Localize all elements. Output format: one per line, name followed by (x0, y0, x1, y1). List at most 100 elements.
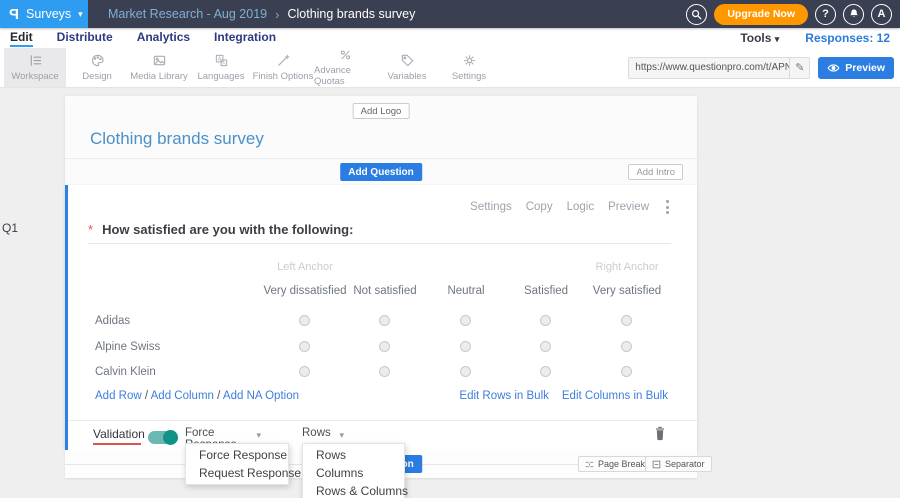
menu-option-columns[interactable]: Columns (303, 464, 404, 482)
add-column-link[interactable]: Add Column (151, 390, 214, 402)
tab-edit[interactable]: Edit (10, 30, 33, 47)
radio-option[interactable] (460, 315, 471, 326)
menu-option-rows[interactable]: Rows (303, 446, 404, 464)
row-edit-links: Add Row / Add Column / Add NA Option (95, 390, 299, 402)
tag-icon (400, 53, 415, 68)
upgrade-now-button[interactable]: Upgrade Now (714, 4, 808, 25)
page-break-icon (585, 460, 594, 469)
left-anchor-label[interactable]: Left Anchor (250, 261, 360, 273)
page-break-button[interactable]: Page Break (578, 456, 652, 472)
row-label[interactable]: Alpine Swiss (95, 341, 160, 353)
chevron-down-icon: ▾ (78, 10, 83, 19)
more-options-kebab-icon[interactable] (663, 199, 672, 215)
question-preview-link[interactable]: Preview (608, 201, 649, 213)
tab-integration[interactable]: Integration (214, 30, 276, 47)
radio-option[interactable] (460, 366, 471, 377)
question-settings-link[interactable]: Settings (470, 201, 512, 213)
top-bar: P Surveys ▾ Market Research - Aug 2019 ›… (0, 0, 900, 28)
tool-media-library[interactable]: Media Library (128, 48, 190, 87)
pencil-icon: ✎ (795, 61, 804, 74)
row-label[interactable]: Calvin Klein (95, 366, 156, 378)
add-question-button[interactable]: Add Question (340, 163, 422, 181)
breadcrumb-folder[interactable]: Market Research - Aug 2019 (108, 7, 267, 21)
help-button[interactable]: ? (815, 4, 836, 25)
wand-icon (276, 53, 291, 68)
radio-option[interactable] (299, 315, 310, 326)
validation-target-menu: Rows Columns Rows & Columns (302, 443, 405, 498)
surveys-product-switcher[interactable]: P Surveys ▾ (0, 0, 88, 28)
chevron-down-icon: ▾ (256, 431, 261, 440)
add-na-option-link[interactable]: Add NA Option (223, 390, 299, 402)
menu-bar: Edit Distribute Analytics Integration To… (0, 28, 900, 48)
radio-option[interactable] (540, 315, 551, 326)
edit-toolbar: Workspace Design Media Library AA Langua… (0, 48, 900, 88)
radio-option[interactable] (379, 366, 390, 377)
radio-option[interactable] (299, 366, 310, 377)
edit-rows-bulk-link[interactable]: Edit Rows in Bulk (459, 390, 548, 402)
radio-option[interactable] (460, 341, 471, 352)
add-row-link[interactable]: Add Row (95, 390, 142, 402)
question-copy-link[interactable]: Copy (526, 201, 553, 213)
survey-url: https://www.questionpro.com/t/APNrFZ (629, 62, 789, 73)
menu-option-force-response[interactable]: Force Response (186, 446, 288, 464)
notifications-button[interactable] (843, 4, 864, 25)
radio-option[interactable] (379, 315, 390, 326)
chevron-down-icon: ▾ (775, 34, 780, 44)
tool-finish-options[interactable]: Finish Options (252, 48, 314, 87)
radio-option[interactable] (621, 366, 632, 377)
eye-icon (827, 63, 840, 73)
tool-workspace[interactable]: Workspace (4, 48, 66, 87)
column-header[interactable]: Very satisfied (577, 285, 677, 297)
add-logo-button[interactable]: Add Logo (353, 103, 410, 119)
tool-variables[interactable]: Variables (376, 48, 438, 87)
radio-option[interactable] (540, 366, 551, 377)
edit-columns-bulk-link[interactable]: Edit Columns in Bulk (562, 390, 668, 402)
tab-distribute[interactable]: Distribute (57, 30, 113, 47)
menu-option-rows-columns[interactable]: Rows & Columns (303, 482, 404, 498)
add-intro-button[interactable]: Add Intro (628, 164, 683, 180)
survey-url-field[interactable]: https://www.questionpro.com/t/APNrFZ ✎ (628, 57, 810, 79)
radio-option[interactable] (621, 341, 632, 352)
question-footer-divider (68, 420, 697, 421)
trash-icon (653, 425, 667, 441)
menu-option-request-response[interactable]: Request Response (186, 464, 288, 482)
radio-option[interactable] (299, 341, 310, 352)
force-response-menu: Force Response Request Response (185, 443, 289, 485)
edit-url-button[interactable]: ✎ (789, 58, 809, 78)
search-button[interactable] (686, 4, 707, 25)
avatar[interactable]: A (871, 4, 892, 25)
preview-button[interactable]: Preview (818, 57, 894, 79)
force-response-dropdown[interactable]: Force Response ▾ (185, 427, 263, 444)
delete-question-button[interactable] (653, 425, 667, 446)
radio-option[interactable] (540, 341, 551, 352)
survey-title[interactable]: Clothing brands survey (90, 129, 264, 149)
question-text-underline (88, 243, 671, 244)
tab-analytics[interactable]: Analytics (137, 30, 190, 47)
question-number-label: Q1 (2, 221, 18, 235)
tool-design[interactable]: Design (66, 48, 128, 87)
breadcrumb-separator-icon: › (275, 7, 279, 22)
tools-dropdown[interactable]: Tools ▾ (740, 31, 779, 45)
translate-icon: AA (214, 53, 229, 68)
question-logic-link[interactable]: Logic (567, 201, 595, 213)
row-label[interactable]: Adidas (95, 315, 130, 327)
radio-option[interactable] (621, 315, 632, 326)
tool-settings[interactable]: Settings (438, 48, 500, 87)
quota-percent-icon (338, 48, 353, 62)
toggle-knob (163, 430, 178, 445)
question-text[interactable]: How satisfied are you with the following… (102, 222, 353, 237)
separator-icon (652, 460, 661, 469)
tool-advance-quotas[interactable]: Advance Quotas (314, 48, 376, 87)
validation-label[interactable]: Validation (93, 427, 145, 441)
validation-target-dropdown[interactable]: Rows ▾ (302, 427, 346, 444)
questionpro-app: P Surveys ▾ Market Research - Aug 2019 ›… (0, 0, 900, 498)
responses-link[interactable]: Responses: 12 (805, 31, 890, 45)
workspace-icon (28, 53, 43, 68)
menu-tabs: Edit Distribute Analytics Integration (0, 30, 276, 47)
validation-toggle[interactable] (148, 431, 177, 444)
separator-button[interactable]: Separator (645, 456, 712, 472)
radio-option[interactable] (379, 341, 390, 352)
right-anchor-label[interactable]: Right Anchor (572, 261, 682, 273)
tool-languages[interactable]: AA Languages (190, 48, 252, 87)
topbar-actions: Upgrade Now ? A (686, 4, 900, 25)
